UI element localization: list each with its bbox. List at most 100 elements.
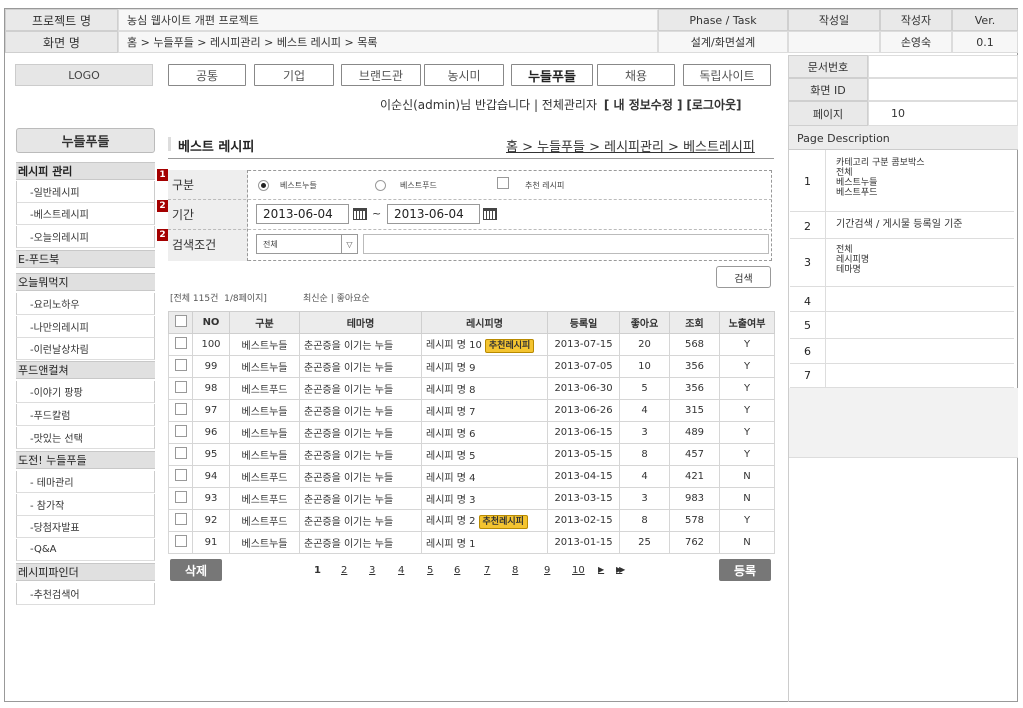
calendar-to-icon[interactable] [483, 208, 497, 220]
sidebar-group-efoodbook[interactable]: E-푸드북 [16, 250, 155, 268]
row-select[interactable] [168, 487, 193, 510]
tab-brand[interactable]: 브랜드관 [341, 64, 421, 86]
sidebar-group-challenge[interactable]: 도전! 누들푸들 [16, 451, 155, 469]
sidebar-item-food-column[interactable]: -푸드칼럼 [16, 404, 155, 426]
row-checkbox[interactable] [174, 469, 187, 481]
calendar-from-icon[interactable] [353, 208, 367, 220]
row-select[interactable] [168, 421, 193, 444]
tab-noodlefoodle[interactable]: 누들푸들 [511, 64, 593, 86]
last-page-icon[interactable]: ▶▶ [616, 565, 625, 574]
sidebar-item-cooking-knowhow[interactable]: -요리노하우 [16, 293, 155, 315]
logo[interactable]: LOGO [15, 64, 153, 86]
page-5[interactable]: 5 [427, 565, 433, 576]
sidebar-item-entries[interactable]: - 참가작 [16, 494, 155, 516]
row-checkbox[interactable] [174, 535, 187, 547]
cell-recipe[interactable]: 레시피 명 6 [421, 421, 548, 444]
sidebar-item-today-recipe[interactable]: -오늘의레시피 [16, 226, 155, 248]
recipe-name-link[interactable]: 레시피 명 7 [426, 407, 476, 418]
delete-button[interactable]: 삭제 [170, 559, 222, 581]
sidebar-group-recipe-finder[interactable]: 레시피파인더 [16, 563, 155, 581]
breadcrumb[interactable]: 홈 > 누들푸들 > 레시피관리 > 베스트레시피 [506, 136, 755, 155]
cell-recipe[interactable]: 레시피 명 4 [421, 465, 548, 488]
row-select[interactable] [168, 465, 193, 488]
sidebar-item-theme-manage[interactable]: - 테마관리 [16, 471, 155, 493]
date-to-input[interactable]: 2013-06-04 [387, 204, 480, 224]
sidebar-group-recipe[interactable]: 레시피 관리 [16, 162, 155, 180]
sidebar-item-recommended-keywords[interactable]: -추천검색어 [16, 583, 155, 605]
row-select[interactable] [168, 333, 193, 356]
sidebar-item-general-recipe[interactable]: -일반레시피 [16, 181, 155, 203]
select-all-checkbox[interactable] [174, 315, 187, 327]
recipe-name-link[interactable]: 레시피 명 2 [426, 516, 476, 527]
table-row[interactable]: 99 베스트누들 춘곤증을 이기는 누들 레시피 명 9 2013-07-05 10 356… [168, 355, 775, 378]
page-6[interactable]: 6 [454, 565, 460, 576]
radio-best-food[interactable] [375, 180, 386, 191]
tab-nongsimi[interactable]: 농시미 [424, 64, 504, 86]
date-from-input[interactable]: 2013-06-04 [256, 204, 349, 224]
table-row[interactable]: 91 베스트누들 춘곤증을 이기는 누들 레시피 명 1 2013-01-15 25 762… [168, 531, 775, 554]
row-checkbox[interactable] [174, 359, 187, 371]
sort-options[interactable]: 최신순 | 좋아요순 [303, 291, 370, 304]
tab-recruit[interactable]: 채용 [597, 64, 675, 86]
row-checkbox[interactable] [174, 513, 187, 525]
sidebar-item-best-recipe[interactable]: -베스트레시피 [16, 203, 155, 225]
page-2[interactable]: 2 [341, 565, 347, 576]
recipe-name-link[interactable]: 레시피 명 5 [426, 451, 476, 462]
row-checkbox[interactable] [174, 447, 187, 459]
recipe-name-link[interactable]: 레시피 명 3 [426, 495, 476, 506]
recipe-name-link[interactable]: 레시피 명 8 [426, 385, 476, 396]
row-checkbox[interactable] [174, 381, 187, 393]
sidebar-item-tasty-choice[interactable]: -맛있는 선택 [16, 427, 155, 449]
table-row[interactable]: 92 베스트푸드 춘곤증을 이기는 누들 레시피 명 2 추천레시피 2013-02-15… [168, 509, 775, 532]
tab-common[interactable]: 공통 [168, 64, 246, 86]
table-row[interactable]: 93 베스트푸드 춘곤증을 이기는 누들 레시피 명 3 2013-03-15 3 983 N [168, 487, 775, 510]
row-select[interactable] [168, 509, 193, 532]
register-button[interactable]: 등록 [719, 559, 771, 581]
cell-recipe[interactable]: 레시피 명 3 [421, 487, 548, 510]
next-page-icon[interactable]: ▶ [598, 565, 604, 574]
table-row[interactable]: 100 베스트누들 춘곤증을 이기는 누들 레시피 명 10 추천레시피 2013-07-… [168, 333, 775, 356]
recipe-name-link[interactable]: 레시피 명 1 [426, 539, 476, 550]
recipe-name-link[interactable]: 레시피 명 10 [426, 340, 482, 351]
row-checkbox[interactable] [174, 337, 187, 349]
tab-corporate[interactable]: 기업 [254, 64, 334, 86]
row-checkbox[interactable] [174, 425, 187, 437]
sidebar-item-winners[interactable]: -당첨자발표 [16, 516, 155, 538]
page-4[interactable]: 4 [398, 565, 404, 576]
edit-info-link[interactable]: [ 내 정보수정 ] [604, 98, 683, 112]
recipe-name-link[interactable]: 레시피 명 6 [426, 429, 476, 440]
table-row[interactable]: 98 베스트푸드 춘곤증을 이기는 누들 레시피 명 8 2013-06-30 5 356 Y [168, 377, 775, 400]
recipe-name-link[interactable]: 레시피 명 9 [426, 363, 476, 374]
cell-recipe[interactable]: 레시피 명 8 [421, 377, 548, 400]
sidebar-item-qna[interactable]: -Q&A [16, 539, 155, 561]
cell-recipe[interactable]: 레시피 명 5 [421, 443, 548, 466]
row-select[interactable] [168, 443, 193, 466]
page-10[interactable]: 10 [572, 565, 585, 576]
search-input[interactable] [363, 234, 769, 254]
page-8[interactable]: 8 [512, 565, 518, 576]
table-row[interactable]: 96 베스트누들 춘곤증을 이기는 누들 레시피 명 6 2013-06-15 3 489 Y [168, 421, 775, 444]
table-row[interactable]: 97 베스트누들 춘곤증을 이기는 누들 레시피 명 7 2013-06-26 4 315 Y [168, 399, 775, 422]
row-checkbox[interactable] [174, 491, 187, 503]
page-9[interactable]: 9 [544, 565, 550, 576]
sidebar-group-what-to-eat[interactable]: 오늘뭐먹지 [16, 273, 155, 291]
row-select[interactable] [168, 377, 193, 400]
cell-recipe[interactable]: 레시피 명 2 추천레시피 [421, 509, 548, 532]
page-3[interactable]: 3 [369, 565, 375, 576]
logout-link[interactable]: [로그아웃] [686, 98, 741, 112]
cell-recipe[interactable]: 레시피 명 1 [421, 531, 548, 554]
search-button[interactable]: 검색 [716, 266, 771, 288]
row-select[interactable] [168, 399, 193, 422]
sidebar-group-food-culture[interactable]: 푸드앤컬쳐 [16, 361, 155, 379]
sidebar-title[interactable]: 누들푸들 [16, 128, 155, 153]
select-all-header[interactable] [168, 311, 193, 334]
cell-recipe[interactable]: 레시피 명 7 [421, 399, 548, 422]
page-7[interactable]: 7 [484, 565, 490, 576]
recommended-checkbox[interactable] [497, 177, 509, 189]
cell-recipe[interactable]: 레시피 명 10 추천레시피 [421, 333, 548, 356]
radio-best-noodle[interactable] [258, 180, 269, 191]
sidebar-item-table-setting[interactable]: -이런날상차림 [16, 338, 155, 360]
sidebar-item-story[interactable]: -이야기 팡팡 [16, 381, 155, 403]
table-row[interactable]: 95 베스트누들 춘곤증을 이기는 누들 레시피 명 5 2013-05-15 8 457 Y [168, 443, 775, 466]
search-condition-select[interactable]: 전체 ▽ [256, 234, 358, 254]
